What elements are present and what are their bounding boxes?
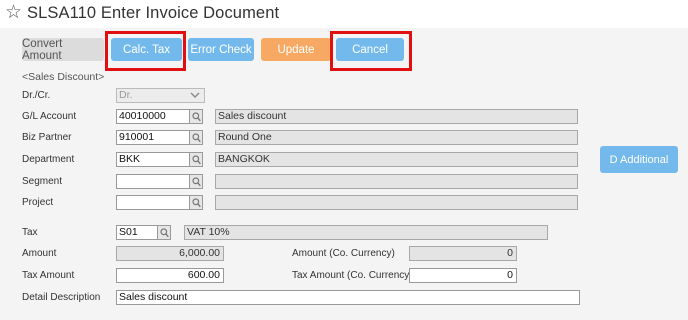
department-label: Department [22, 154, 75, 165]
segment-desc [215, 174, 578, 189]
tax-amount-label: Tax Amount [22, 270, 75, 281]
biz-partner-input[interactable]: 910001 [116, 130, 190, 145]
amount-co-label: Amount (Co. Currency) [292, 248, 395, 259]
amount-co-field: 0 [409, 246, 517, 261]
tax-search-button[interactable] [158, 225, 171, 240]
search-icon [192, 177, 201, 187]
tax-amount-co-label: Tax Amount (Co. Currency) [292, 270, 413, 281]
convert-amount-button[interactable]: Convert Amount [22, 38, 104, 62]
gl-account-search-button[interactable] [190, 109, 203, 124]
star-icon[interactable]: ☆ [5, 2, 22, 24]
biz-partner-search-button[interactable] [190, 130, 203, 145]
section-title: <Sales Discount> [22, 71, 105, 83]
department-input[interactable]: BKK [116, 152, 190, 167]
department-search-button[interactable] [190, 152, 203, 167]
page-title: SLSA110 Enter Invoice Document [27, 4, 280, 22]
search-icon [192, 155, 201, 165]
title-bar: ☆ SLSA110 Enter Invoice Document [0, 0, 688, 28]
search-icon [192, 112, 201, 122]
biz-partner-label: Biz Partner [22, 132, 72, 143]
gl-account-label: G/L Account [22, 111, 77, 122]
tax-desc: VAT 10% [184, 225, 548, 240]
error-check-button[interactable]: Error Check [188, 38, 254, 61]
amount-label: Amount [22, 248, 57, 259]
chevron-down-icon [190, 92, 200, 98]
d-additional-button[interactable]: D Additional [600, 146, 678, 173]
detail-description-input[interactable]: Sales discount [116, 290, 580, 305]
detail-description-label: Detail Description [22, 292, 101, 303]
tax-label: Tax [22, 227, 38, 238]
project-input[interactable] [116, 195, 190, 210]
project-desc [215, 195, 578, 210]
search-icon [192, 133, 201, 143]
cancel-highlight [330, 31, 412, 71]
amount-field: 6,000.00 [116, 246, 224, 261]
project-label: Project [22, 197, 54, 208]
gl-account-desc: Sales discount [215, 109, 578, 124]
biz-partner-desc: Round One [215, 130, 578, 145]
segment-input[interactable] [116, 174, 190, 189]
dr-cr-value: Dr. [119, 89, 133, 101]
update-button[interactable]: Update [261, 38, 331, 61]
segment-search-button[interactable] [190, 174, 203, 189]
tax-amount-input[interactable]: 600.00 [116, 268, 224, 283]
search-icon [160, 228, 169, 238]
project-search-button[interactable] [190, 195, 203, 210]
calc-tax-highlight [105, 31, 186, 71]
department-desc: BANGKOK [215, 152, 578, 167]
dr-cr-select[interactable]: Dr. [116, 88, 205, 103]
dr-cr-label: Dr./Cr. [22, 90, 51, 101]
gl-account-input[interactable]: 40010000 [116, 109, 190, 124]
tax-input[interactable]: S01 [116, 225, 158, 240]
tax-amount-co-input[interactable]: 0 [409, 268, 517, 283]
segment-label: Segment [22, 176, 63, 187]
search-icon [192, 198, 201, 208]
